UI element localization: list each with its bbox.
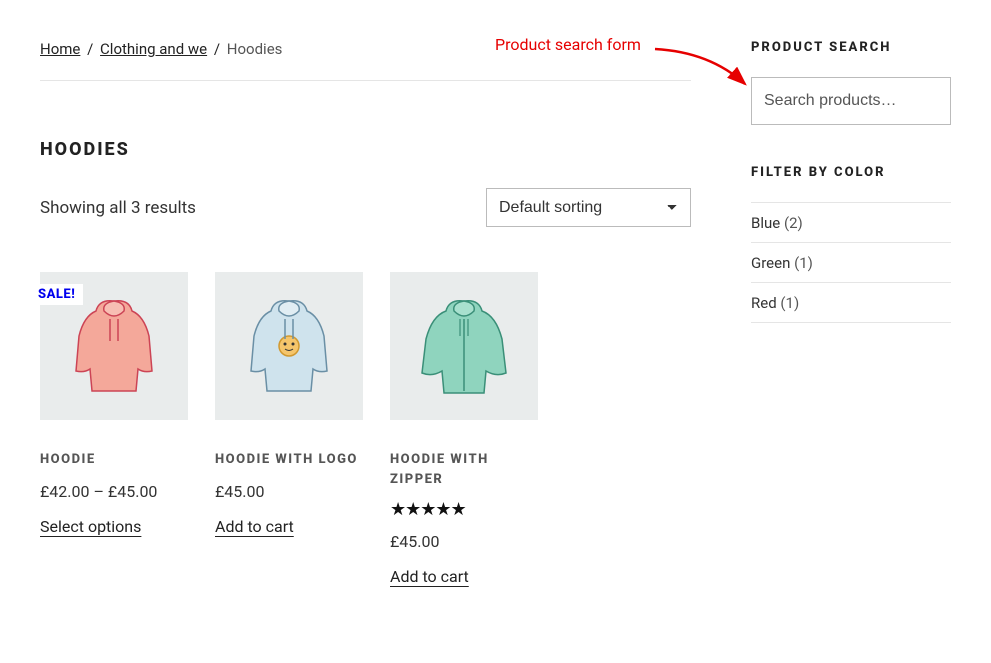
hoodie-image [64, 291, 164, 401]
add-to-cart-link[interactable]: Add to cart [390, 567, 469, 586]
product-image-link[interactable]: SALE! [40, 272, 188, 420]
star-rating: ★★★★★ [390, 499, 538, 520]
filter-color-link[interactable]: Blue (2) [751, 214, 803, 232]
list-item: Green (1) [751, 243, 951, 283]
product-title: HOODIE [40, 450, 188, 470]
sale-badge: SALE! [30, 284, 83, 305]
add-to-cart-link[interactable]: Add to cart [215, 517, 294, 536]
product-price: £45.00 [390, 532, 538, 551]
hoodie-image [239, 291, 339, 401]
main-content: Home / Clothing and we / Hoodies HOODIES… [40, 40, 751, 586]
hoodie-image [414, 291, 514, 401]
product-title: HOODIE WITH LOGO [215, 450, 363, 470]
sort-select[interactable]: Default sorting [486, 188, 691, 227]
product-title: HOODIE WITH ZIPPER [390, 450, 538, 489]
sidebar: PRODUCT SEARCH FILTER BY COLOR Blue (2) … [751, 40, 951, 586]
list-item: Blue (2) [751, 203, 951, 243]
product-image-link[interactable] [390, 272, 538, 420]
filter-widget-title: FILTER BY COLOR [751, 165, 951, 180]
breadcrumb-sep: / [214, 40, 220, 58]
filter-color-link[interactable]: Red (1) [751, 294, 799, 312]
page-title: HOODIES [40, 139, 691, 160]
breadcrumb-home[interactable]: Home [40, 40, 80, 58]
select-options-link[interactable]: Select options [40, 517, 141, 536]
list-item: Red (1) [751, 283, 951, 323]
breadcrumb-sep: / [87, 40, 93, 58]
color-filter-list: Blue (2) Green (1) Red (1) [751, 202, 951, 323]
product-card: SALE! HOODIE £42.00 – £45.00 Select opti… [40, 272, 188, 586]
result-count: Showing all 3 results [40, 198, 196, 218]
product-image-link[interactable] [215, 272, 363, 420]
breadcrumb-category[interactable]: Clothing and we [100, 40, 207, 58]
product-card: HOODIE WITH ZIPPER ★★★★★ £45.00 Add to c… [390, 272, 538, 586]
product-card: HOODIE WITH LOGO £45.00 Add to cart [215, 272, 363, 586]
annotation-label: Product search form [495, 35, 641, 54]
product-price: £42.00 – £45.00 [40, 482, 188, 501]
shop-toolbar: Showing all 3 results Default sorting [40, 188, 691, 227]
product-price: £45.00 [215, 482, 363, 501]
breadcrumb-current: Hoodies [227, 40, 283, 58]
filter-color-link[interactable]: Green (1) [751, 254, 813, 272]
search-input[interactable] [751, 77, 951, 125]
product-grid: SALE! HOODIE £42.00 – £45.00 Select opti… [40, 272, 691, 586]
search-widget-title: PRODUCT SEARCH [751, 40, 951, 55]
